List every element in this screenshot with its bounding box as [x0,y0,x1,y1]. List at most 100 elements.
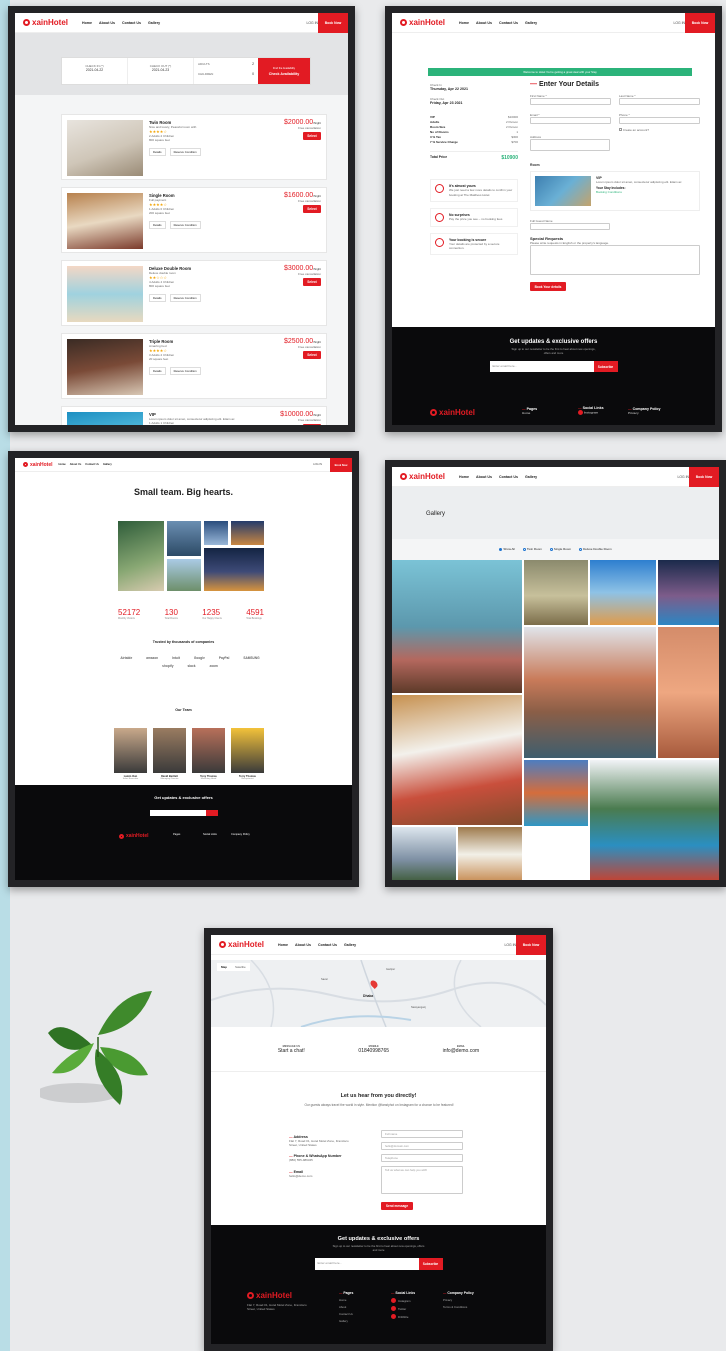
nav-home[interactable]: Home [59,463,66,466]
footer-link[interactable]: Home [339,1298,353,1302]
last-name-field[interactable] [619,98,700,106]
contact-method[interactable]: MESSAGE US Start a chat! [278,1045,305,1054]
book-now-button[interactable]: Book Now [330,458,352,472]
book-now-button[interactable]: Book Now [689,467,719,487]
first-name-field[interactable] [530,98,611,106]
checkout-input[interactable]: 2021-04-23 [128,68,193,72]
nav-home[interactable]: Home [278,943,288,947]
footer-link[interactable]: Terms & Conditions [443,1305,474,1309]
details-dropdown[interactable]: Details [149,220,166,229]
nav-about[interactable]: About Us [99,21,115,25]
checkin-input[interactable]: 2021-04-22 [62,68,127,72]
nav-contact[interactable]: Contact Us [122,21,141,25]
book-now-button[interactable]: Book Now [318,13,348,33]
site-logo[interactable]: xainHotel [400,472,445,481]
adults-stepper[interactable]: 2 [252,62,254,66]
contact-method[interactable]: EMAIL info@demo.com [443,1045,479,1054]
login-link[interactable]: LOG IN [313,463,322,466]
footer-link[interactable]: Privacy [628,411,661,415]
reserve-condition-dropdown[interactable]: Reserve Condition [169,220,201,229]
details-dropdown[interactable]: Details [149,293,166,302]
satellite-tab[interactable]: Satellite [231,963,250,971]
footer-link[interactable]: Contact Us [339,1312,353,1316]
address-field[interactable] [530,138,610,151]
nav-home[interactable]: Home [82,21,92,25]
full-name-input[interactable]: Full name [381,1130,463,1138]
details-dropdown[interactable]: Details [149,366,166,375]
newsletter-email-input[interactable]: Enter email here... [314,1258,419,1270]
nav-contact[interactable]: Contact Us [85,463,99,466]
send-message-button[interactable]: Send message [381,1202,413,1210]
email-field[interactable] [530,117,611,125]
email-input[interactable]: hello@domain.com [381,1142,463,1150]
subscribe-button[interactable]: Subscribe [593,361,618,372]
newsletter-email-input[interactable] [149,810,206,816]
nav-gallery[interactable]: Gallery [148,21,160,25]
book-details-button[interactable]: Book Your details [530,282,566,292]
map-tab[interactable]: Map [217,963,231,971]
contact-method[interactable]: MOBILE 01840998765 [358,1045,389,1054]
check-availability-button[interactable]: Find the Availability Check Availability [258,58,310,84]
footer-link[interactable]: Instagram [584,410,598,414]
room-photo[interactable] [67,193,143,249]
nav-contact[interactable]: Contact Us [318,943,337,947]
booking-conditions-link[interactable]: Booking Conditions [596,190,686,194]
filter-radio[interactable]: Show All [499,547,515,551]
create-account-checkbox[interactable] [619,128,622,132]
select-room-button[interactable]: Select [303,351,321,360]
room-photo[interactable] [67,339,143,395]
children-stepper[interactable]: 0 [252,72,254,76]
gallery-photo[interactable] [392,560,522,693]
book-now-button[interactable]: Book Now [516,935,546,955]
site-logo[interactable]: xainHotel [23,462,53,468]
instagram-icon[interactable] [578,410,583,415]
nav-home[interactable]: Home [459,21,469,25]
reserve-condition-dropdown[interactable]: Reserve Condition [169,293,201,302]
footer-link[interactable]: Privacy [443,1298,474,1302]
reserve-condition-dropdown[interactable]: Reserve Condition [169,147,201,156]
nav-home[interactable]: Home [459,475,469,479]
footer-link[interactable]: About [339,1305,353,1309]
footer-link[interactable]: Dribbble [391,1314,415,1319]
gallery-photo[interactable] [590,760,719,880]
nav-gallery[interactable]: Gallery [525,475,537,479]
subscribe-button[interactable]: Subscribe [418,1258,443,1270]
site-logo[interactable]: xainHotel [23,18,68,27]
nav-about[interactable]: About Us [476,475,492,479]
newsletter-email-input[interactable]: Enter email here... [489,361,594,372]
site-logo[interactable]: xainHotel [400,18,445,27]
login-link[interactable]: LOG IN [678,475,690,479]
reserve-condition-dropdown[interactable]: Reserve Condition [169,366,201,375]
telephone-input[interactable]: Telephone [381,1154,463,1162]
nav-gallery[interactable]: Gallery [103,463,112,466]
book-now-button[interactable]: Book Now [685,13,715,33]
login-link[interactable]: LOG IN [307,21,319,25]
nav-contact[interactable]: Contact Us [499,21,518,25]
select-room-button[interactable]: Select [303,424,321,425]
nav-about[interactable]: About Us [295,943,311,947]
message-textarea[interactable]: Tell us what we can help you with! [381,1166,463,1194]
nav-gallery[interactable]: Gallery [525,21,537,25]
phone-field[interactable] [619,117,700,125]
login-link[interactable]: LOG IN [505,943,517,947]
select-room-button[interactable]: Select [303,278,321,287]
select-room-button[interactable]: Select [303,132,321,141]
footer-link[interactable]: Gallery [339,1319,353,1323]
footer-link[interactable]: Twitter [391,1306,415,1311]
footer-link[interactable]: Instagram [391,1298,415,1303]
select-room-button[interactable]: Select [303,205,321,214]
guest-name-field[interactable] [530,223,610,231]
details-dropdown[interactable]: Details [149,147,166,156]
gallery-photo[interactable] [392,827,456,880]
room-photo[interactable] [67,120,143,176]
nav-gallery[interactable]: Gallery [344,943,356,947]
site-logo[interactable]: xainHotel [219,940,264,949]
room-photo[interactable] [67,266,143,322]
nav-about[interactable]: About Us [70,463,82,466]
gallery-photo[interactable] [392,695,522,825]
location-map[interactable]: Map Satellite Dhaka Narayanganj Gazipur … [211,960,546,1027]
special-requests-field[interactable] [530,245,700,276]
gallery-photo[interactable] [524,760,588,826]
gallery-photo[interactable] [658,560,719,625]
subscribe-button[interactable] [205,810,218,816]
